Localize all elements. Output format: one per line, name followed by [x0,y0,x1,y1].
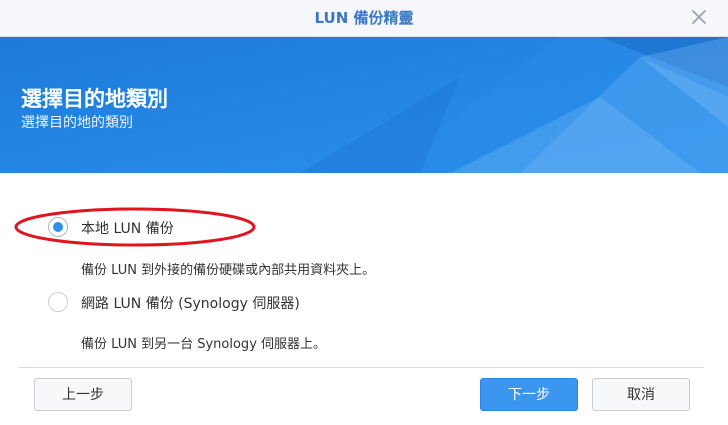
option-label[interactable]: 本地 LUN 備份 [81,218,174,238]
banner-subheading: 選擇目的地的類別 [21,115,133,131]
back-button[interactable]: 上一步 [34,378,132,411]
radio-network-lun-backup[interactable] [48,292,68,312]
title-bar: LUN 備份精靈 [0,0,728,37]
cancel-button[interactable]: 取消 [592,378,690,411]
option-description: 備份 LUN 到另一台 Synology 伺服器上。 [81,337,327,352]
close-icon[interactable] [690,8,708,26]
header-banner: 選擇目的地類別 選擇目的地的類別 [0,37,728,173]
window-title: LUN 備份精靈 [314,9,414,27]
footer-divider [18,367,704,368]
radio-local-lun-backup[interactable] [48,217,68,237]
option-description: 備份 LUN 到外接的備份硬碟或內部共用資料夾上。 [81,263,376,278]
next-button[interactable]: 下一步 [480,378,578,411]
option-label[interactable]: 網路 LUN 備份 (Synology 伺服器) [81,293,300,313]
banner-heading: 選擇目的地類別 [21,87,168,111]
